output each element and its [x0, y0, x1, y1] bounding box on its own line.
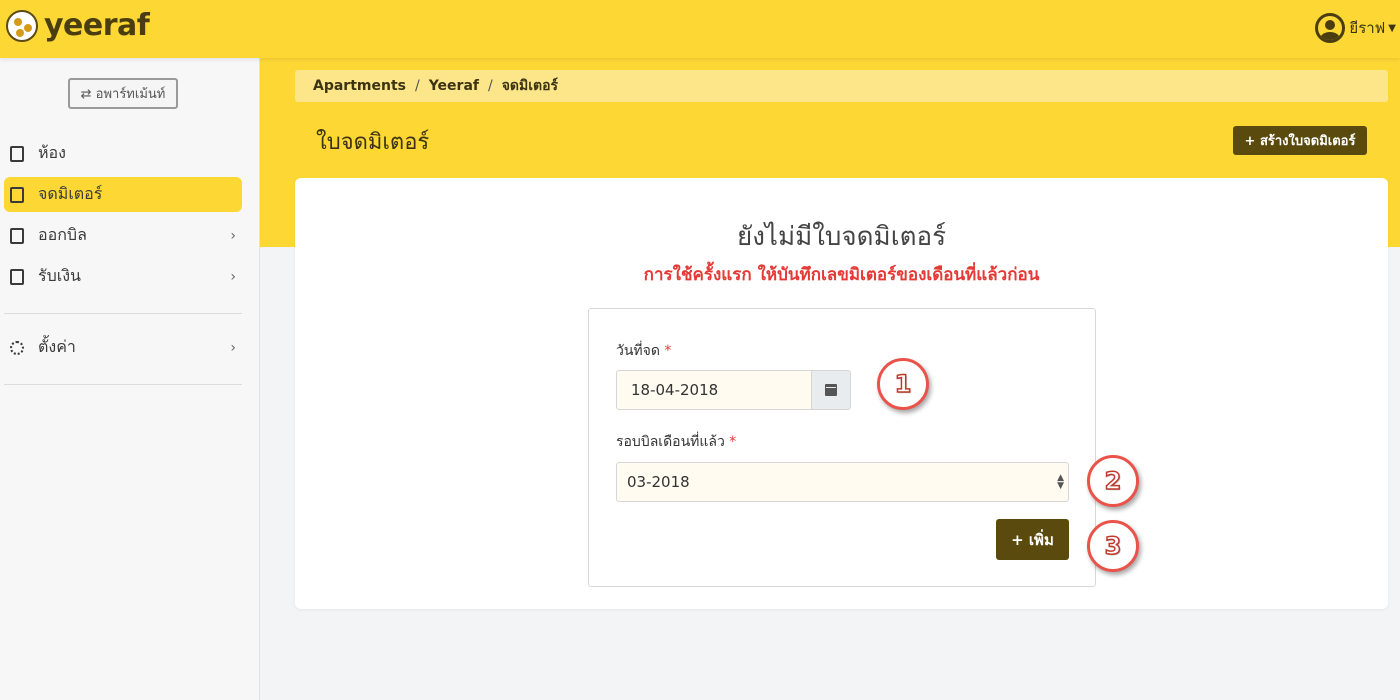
select-arrows-icon: ▲ ▼	[1057, 473, 1064, 491]
annotation-badge-3: 3	[1087, 520, 1139, 572]
empty-state-subtitle: การใช้ครั้งแรก ให้บันทึกเลขมิเตอร์ของเดื…	[643, 265, 1040, 285]
chevron-right-icon: ›	[230, 268, 236, 285]
sidebar-item-label: ออกบิล	[38, 225, 87, 244]
calendar-button[interactable]	[811, 370, 851, 410]
billing-period-select[interactable]: 03-2018 ▲ ▼	[616, 462, 1069, 502]
giraffe-logo-icon	[6, 9, 38, 42]
date-input[interactable]: 18-04-2018	[616, 370, 812, 410]
period-label: รอบบิลเดือนที่แล้ว *	[616, 434, 737, 450]
sidebar-item-meter[interactable]: จดมิเตอร์	[4, 177, 242, 212]
gear-icon	[10, 340, 24, 355]
sidebar: ⇄ อพาร์ทเม้นท์ ห้อง จดมิเตอร์ ออกบิล › ร…	[0, 58, 260, 700]
user-avatar-icon	[1315, 13, 1346, 43]
annotation-badge-2: 2	[1087, 455, 1139, 507]
date-label: วันที่จด *	[616, 343, 672, 359]
breadcrumb-apartments[interactable]: Apartments	[313, 78, 406, 94]
breadcrumb: Apartments / Yeeraf / จดมิเตอร์	[295, 70, 1388, 102]
user-menu[interactable]: ยีราฟ ▼	[1315, 13, 1396, 43]
billing-period-value: 03-2018	[627, 473, 690, 491]
chevron-right-icon: ›	[230, 227, 236, 244]
breadcrumb-yeeraf[interactable]: Yeeraf	[429, 78, 479, 94]
sidebar-item-label: ตั้งค่า	[38, 337, 76, 356]
sidebar-item-label: จดมิเตอร์	[38, 184, 103, 203]
sidebar-item-label: ห้อง	[38, 143, 66, 162]
sidebar-item-rooms[interactable]: ห้อง	[4, 136, 242, 171]
sidebar-item-billing[interactable]: ออกบิล ›	[4, 218, 242, 253]
sidebar-divider	[4, 313, 242, 314]
add-button[interactable]: + เพิ่ม	[996, 519, 1069, 560]
empty-state-card: ยังไม่มีใบจดมิเตอร์ การใช้ครั้งแรก ให้บั…	[295, 178, 1388, 609]
chevron-right-icon: ›	[230, 339, 236, 356]
sidebar-divider	[4, 384, 242, 385]
user-name: ยีราฟ	[1349, 19, 1386, 37]
sidebar-item-label: รับเงิน	[38, 266, 81, 285]
empty-state-title: ยังไม่มีใบจดมิเตอร์	[736, 222, 947, 252]
breadcrumb-current: จดมิเตอร์	[501, 78, 559, 94]
logo-text: yeeraf	[44, 8, 150, 43]
annotation-badge-1: 1	[877, 358, 929, 410]
document-icon	[10, 227, 24, 244]
create-meter-sheet-button[interactable]: + สร้างใบจดมิเตอร์	[1233, 126, 1367, 155]
document-icon	[10, 268, 24, 285]
sidebar-item-payments[interactable]: รับเงิน ›	[4, 259, 242, 294]
apartment-switch-button[interactable]: ⇄ อพาร์ทเม้นท์	[68, 78, 178, 109]
sidebar-item-settings[interactable]: ตั้งค่า ›	[4, 330, 242, 365]
caret-down-icon: ▼	[1388, 22, 1396, 34]
contact-card-icon	[10, 145, 24, 162]
page-title: ใบจดมิเตอร์	[316, 130, 430, 155]
logo[interactable]: yeeraf	[6, 8, 150, 43]
calendar-icon	[825, 384, 837, 396]
initial-meter-form: วันที่จด * 18-04-2018 รอบบิลเดือนที่แล้ว…	[588, 308, 1096, 587]
edit-document-icon	[10, 186, 24, 203]
top-bar: yeeraf ยีราฟ ▼	[0, 0, 1400, 58]
